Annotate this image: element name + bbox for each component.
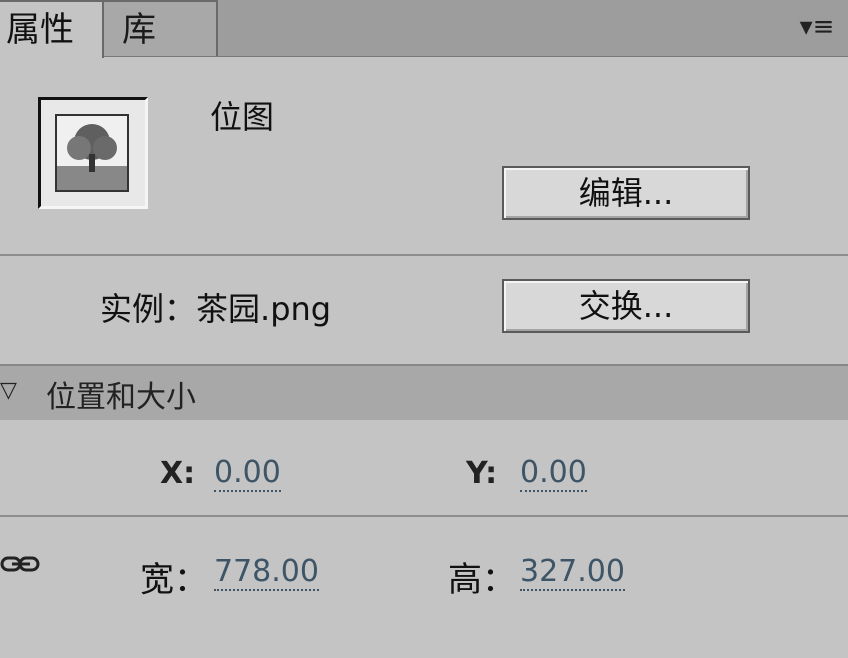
x-value-field[interactable]: 0.00 (214, 456, 281, 492)
instance-label: 实例： (100, 290, 197, 328)
symbol-type-label: 位图 (210, 98, 275, 136)
height-value-field[interactable]: 327.00 (520, 555, 625, 591)
tab-bar: 属性 库 ▾≡ (0, 0, 848, 58)
width-value-field[interactable]: 778.00 (214, 555, 319, 591)
tab-library[interactable]: 库 (104, 0, 218, 56)
instance-name: 茶园.png (196, 290, 332, 328)
instance-info: 实例：茶园.png (100, 284, 331, 330)
bitmap-thumbnail (38, 97, 148, 209)
divider (0, 515, 848, 517)
edit-button[interactable]: 编辑... (502, 166, 750, 220)
panel-menu-icon[interactable]: ▾≡ (794, 10, 840, 44)
tab-properties[interactable]: 属性 (0, 0, 104, 58)
height-label: 高： (448, 560, 516, 600)
y-value-field[interactable]: 0.00 (520, 456, 587, 492)
collapse-triangle-icon[interactable]: ▽ (0, 378, 17, 403)
divider (0, 254, 848, 256)
y-label: Y: (466, 456, 498, 491)
x-label: X: (160, 456, 196, 491)
link-lock-icon[interactable] (0, 552, 42, 580)
width-label: 宽： (140, 560, 208, 600)
tree-bitmap-icon (55, 114, 129, 192)
swap-button[interactable]: 交换... (502, 279, 750, 333)
position-size-section-header[interactable]: ▽ 位置和大小 (0, 364, 848, 420)
section-title: 位置和大小 (46, 380, 196, 415)
